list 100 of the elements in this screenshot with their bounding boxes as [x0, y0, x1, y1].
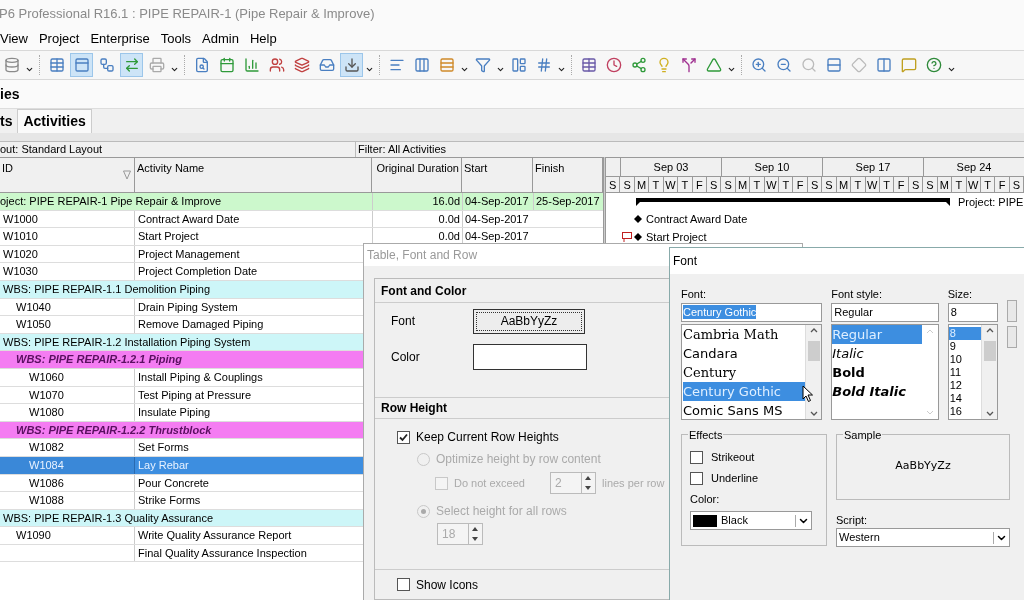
table-cell: W1088: [29, 494, 64, 507]
timescale-day: S: [923, 177, 938, 193]
menu-item[interactable]: Enterprise: [85, 29, 155, 49]
bars-icon: [388, 57, 405, 73]
summary-bar[interactable]: [636, 197, 950, 206]
style-field[interactable]: Regular: [831, 302, 939, 322]
table-cell: W1070: [29, 388, 64, 401]
list-item[interactable]: 16: [948, 404, 981, 418]
caret-icon[interactable]: [727, 65, 736, 74]
tab[interactable]: Activities: [17, 109, 92, 133]
timescale-day: S: [1009, 177, 1024, 193]
timescale-day: T: [779, 177, 794, 193]
timescale-week: Sep 03: [620, 158, 721, 176]
print-icon: [148, 57, 165, 73]
caret-icon[interactable]: [460, 65, 469, 74]
scrollbar[interactable]: [981, 324, 997, 419]
list-item[interactable]: Candara: [683, 343, 806, 363]
timescale-day: T: [678, 177, 693, 193]
table-cell: W1030: [3, 265, 38, 278]
timescale-day: T: [649, 177, 664, 193]
size-field[interactable]: 8: [947, 302, 998, 322]
timescale-day: M: [634, 177, 650, 193]
menu-item[interactable]: Admin: [197, 29, 244, 49]
color-dropdown[interactable]: Black: [690, 511, 812, 530]
sample-text: AaBbYyZz: [895, 458, 951, 475]
font-list[interactable]: Cambria Math Candara Century Century Gothic Comic Sans MS: [681, 323, 823, 420]
caret-icon[interactable]: [365, 65, 374, 74]
share-icon: [630, 57, 647, 73]
dialog-title: Table, Font and Row: [367, 247, 478, 264]
menu-item[interactable]: Help: [244, 29, 282, 49]
list-item[interactable]: Bold: [832, 362, 922, 382]
sort-icon: [123, 170, 131, 180]
timescale-day: T: [880, 177, 895, 193]
table-cell: W1000: [3, 212, 38, 225]
toolbar-button[interactable]: [340, 53, 363, 77]
timescale-day: F: [793, 177, 808, 193]
caret-icon[interactable]: [25, 65, 34, 74]
checkbox-label[interactable]: Strikeout: [711, 448, 755, 466]
font-button[interactable]: AaBbYyZz: [473, 308, 585, 334]
list-item[interactable]: Comic Sans MS: [683, 400, 806, 419]
scrollbar[interactable]: [805, 324, 822, 419]
list-item[interactable]: Italic: [832, 343, 922, 363]
checkbox[interactable]: [397, 430, 410, 444]
checkbox[interactable]: [690, 471, 703, 485]
bar-label: Start Project: [646, 229, 707, 245]
table-cell-text: Final Quality Assurance Inspection: [137, 545, 308, 561]
caret-icon[interactable]: [170, 65, 179, 74]
caret-icon[interactable]: [496, 65, 505, 74]
scroll-thumb[interactable]: [807, 340, 820, 361]
timescale-day: T: [750, 177, 765, 193]
timescale-day: F: [995, 177, 1010, 193]
timescale-day: T: [952, 177, 967, 193]
checkbox[interactable]: [690, 450, 703, 464]
table-cell-text: Remove Damaged Piping: [137, 317, 265, 333]
color-swatch[interactable]: [473, 344, 587, 370]
list-item[interactable]: 12: [948, 378, 981, 392]
scroll-thumb[interactable]: [983, 340, 996, 361]
table-cell: W1086: [29, 476, 64, 489]
list-item[interactable]: Bold Italic: [832, 381, 922, 401]
menu-item[interactable]: View: [0, 29, 33, 49]
table-cell: W1060: [29, 370, 64, 383]
column-header[interactable]: Activity Name: [135, 158, 372, 192]
list-item[interactable]: 14: [948, 391, 981, 405]
table-cell: W1082: [29, 441, 64, 454]
checkbox-label[interactable]: Show Icons: [416, 575, 479, 594]
list-item[interactable]: 10: [948, 352, 981, 366]
checkbox[interactable]: [397, 578, 410, 591]
table-cell-text: Start Project: [137, 229, 200, 245]
shape-icon: [705, 57, 722, 73]
size-list[interactable]: 8 9 10 11 12 14 16: [947, 323, 998, 420]
style-list[interactable]: Regular Italic Bold Bold Italic: [831, 323, 939, 420]
column-header[interactable]: Original Duration: [372, 158, 462, 192]
column-header[interactable]: Start: [462, 158, 533, 192]
table-cell: W1084: [29, 458, 64, 471]
script-dropdown[interactable]: Western: [836, 528, 1010, 547]
table-cell: W1040: [16, 300, 51, 313]
column-header[interactable]: ID: [0, 158, 135, 192]
table-cell: W1050: [16, 318, 51, 331]
filter-label[interactable]: Filter: All Activities: [356, 142, 1024, 157]
zoom-in-icon: [750, 57, 767, 73]
list-item[interactable]: Cambria Math: [683, 324, 806, 344]
list-item[interactable]: 11: [948, 365, 981, 379]
table-cell-text: Install Piping & Couplings: [137, 369, 264, 385]
timescale-day: M: [836, 177, 852, 193]
toolbar-button[interactable]: [70, 53, 93, 77]
timescale-day: S: [822, 177, 837, 193]
table-cell-text: Test Piping at Pressure: [137, 387, 253, 403]
milestone-icon[interactable]: [634, 233, 642, 241]
network-icon: [98, 57, 115, 73]
table-icon: [48, 57, 65, 73]
list-item[interactable]: Century: [683, 362, 806, 382]
checkbox-label[interactable]: Underline: [711, 469, 759, 487]
caret-icon[interactable]: [947, 65, 956, 74]
caret-icon[interactable]: [557, 65, 566, 74]
list-item[interactable]: 9: [948, 339, 981, 353]
menu-item[interactable]: Project: [33, 29, 85, 49]
table-cell-text: Project Completion Date: [137, 264, 259, 280]
toolbar-button[interactable]: [120, 53, 143, 77]
project-row[interactable]: oject: PIPE REPAIR-1 Pipe Repair & Improve 16.0d 04-Sep-2017 25-Sep-2017: [0, 193, 603, 211]
menu-item[interactable]: Tools: [155, 29, 197, 49]
